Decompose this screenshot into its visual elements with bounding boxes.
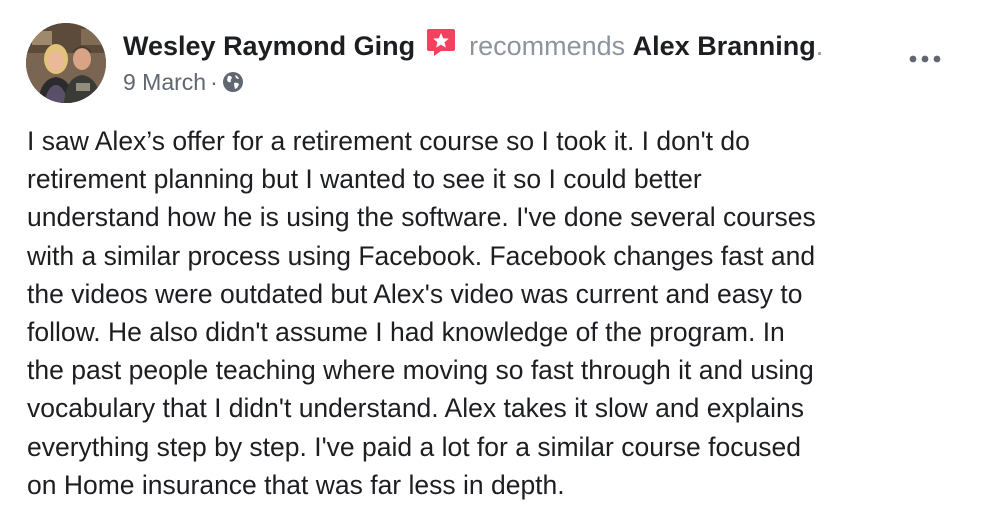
avatar-photo xyxy=(26,23,106,103)
recommendation-post: Wesley Raymond Ging recommends Alex Bran… xyxy=(0,0,988,514)
post-meta: 9 March · xyxy=(123,66,244,98)
post-body-line: understand how he is using the software.… xyxy=(27,202,816,233)
more-options-icon xyxy=(909,55,941,63)
globe-icon[interactable] xyxy=(222,69,244,92)
post-body-line: the past people teaching where moving so… xyxy=(27,355,814,386)
post-body-line: with a similar process using Facebook. F… xyxy=(27,240,816,271)
author-name-link[interactable]: Wesley Raymond Ging xyxy=(123,31,415,61)
post-body-line: vocabulary that I didn't understand. Ale… xyxy=(27,393,804,424)
avatar[interactable] xyxy=(26,23,106,103)
post-date-link[interactable]: 9 March xyxy=(123,69,206,95)
post-body-line: follow. He also didn't assume I had know… xyxy=(27,317,785,348)
post-body-line: everything step by step. I've paid a lot… xyxy=(27,431,801,462)
post-body-line: the videos were outdated but Alex's vide… xyxy=(27,278,803,309)
post-body-line: on Home insurance that was far less in d… xyxy=(27,469,565,500)
more-options-button[interactable] xyxy=(904,44,948,74)
post-body-line: I saw Alex’s offer for a retirement cour… xyxy=(27,126,750,156)
action-verb: recommends xyxy=(469,31,626,61)
post-body: I saw Alex’s offer for a retirement cour… xyxy=(27,122,972,504)
meta-separator: · xyxy=(210,69,218,95)
header-period: . xyxy=(815,31,824,61)
recommendation-star-icon xyxy=(425,26,457,58)
recommended-page-link[interactable]: Alex Branning xyxy=(633,31,816,61)
post-body-line: retirement planning but I wanted to see … xyxy=(27,164,702,195)
post-header: Wesley Raymond Ging recommends Alex Bran… xyxy=(123,26,823,64)
